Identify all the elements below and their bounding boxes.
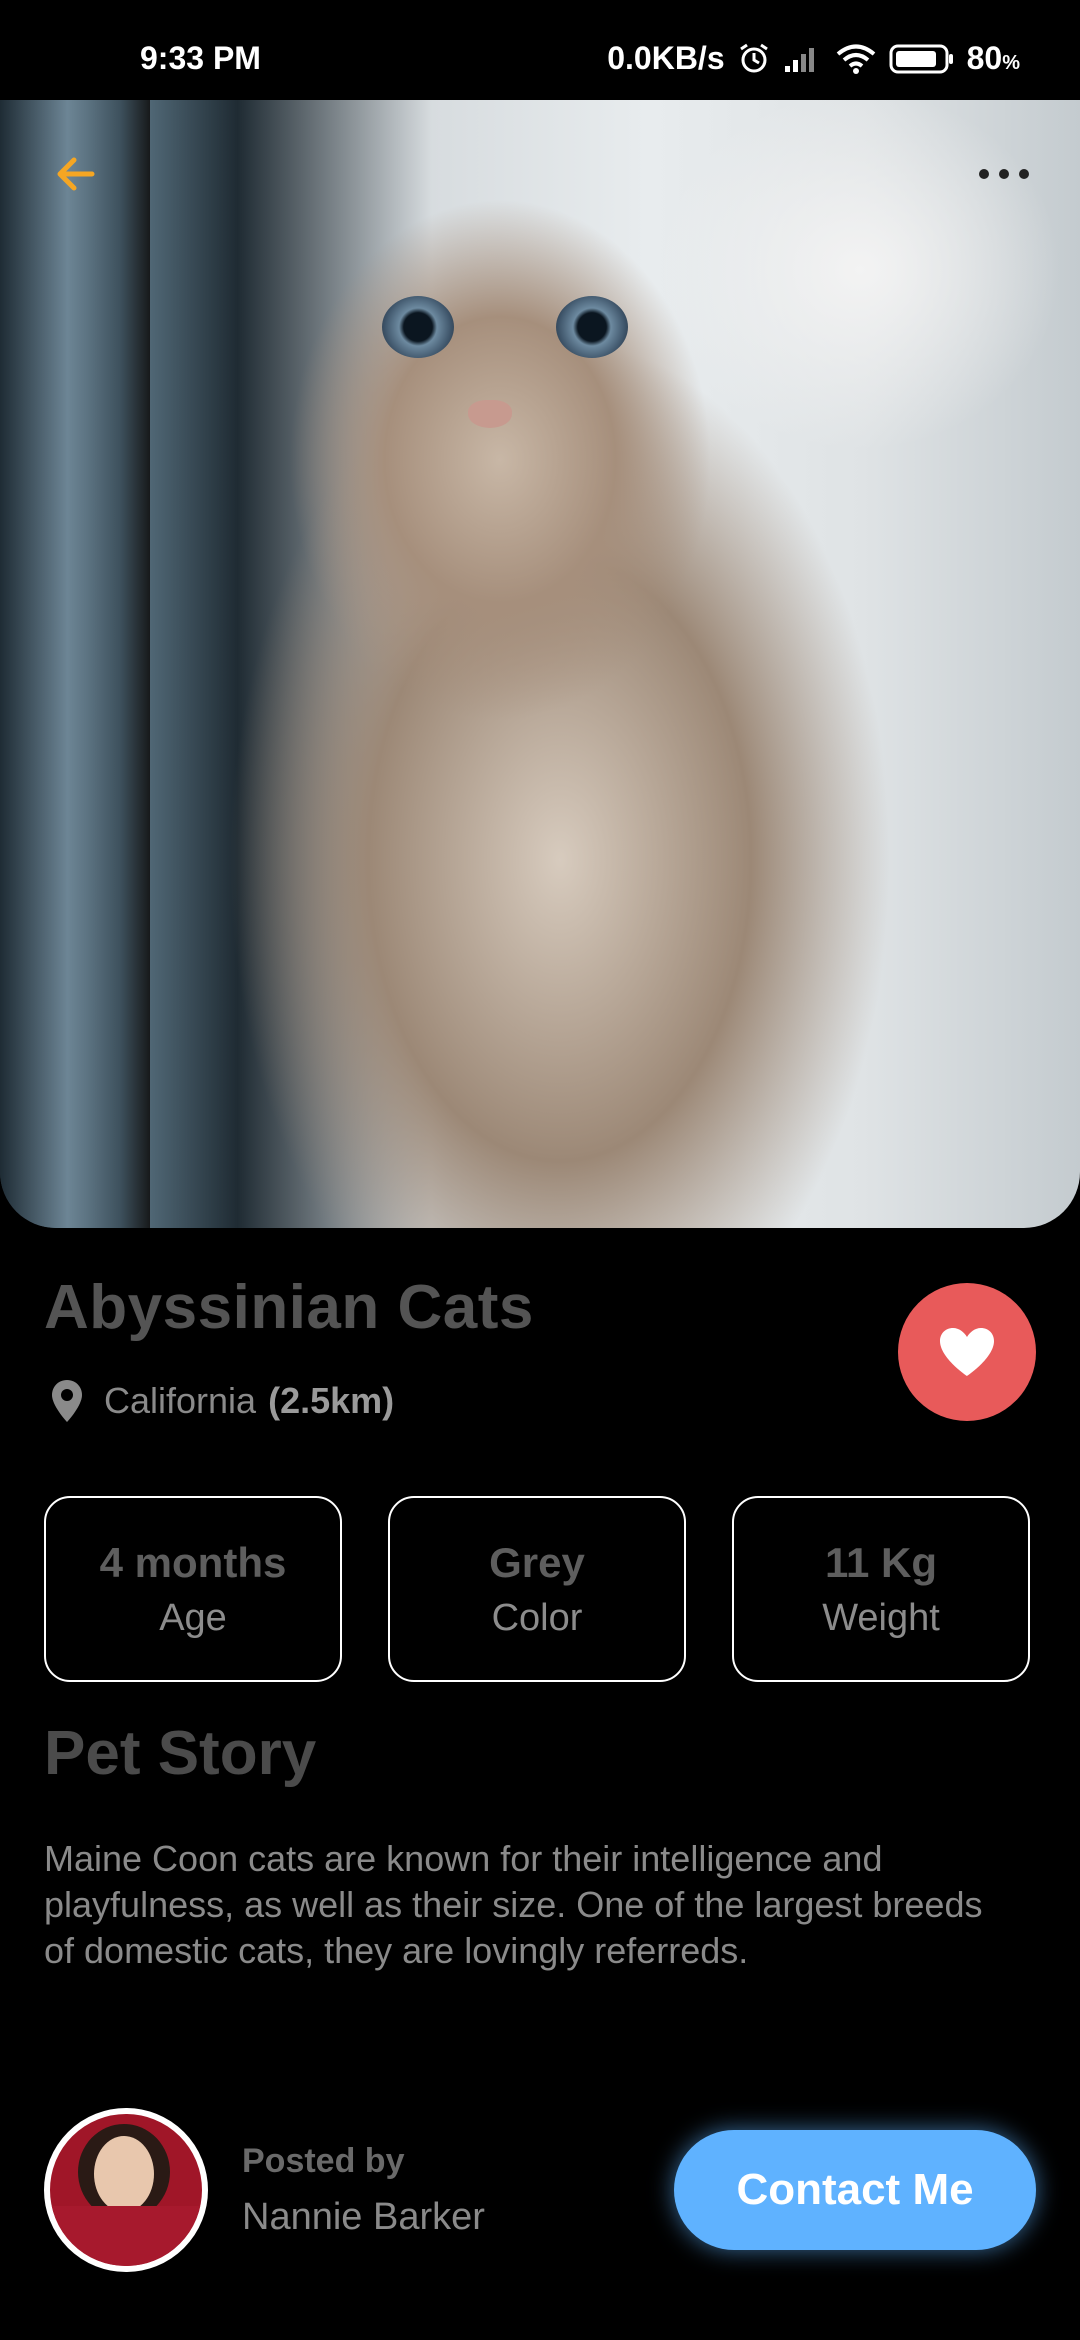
stat-weight: 11 Kg Weight [732, 1496, 1030, 1682]
more-horizontal-icon[interactable] [976, 160, 1032, 188]
posted-by-label: Posted by [242, 2142, 405, 2180]
stat-value: 4 months [99, 1538, 287, 1586]
stat-color: Grey Color [388, 1496, 686, 1682]
battery-icon [889, 44, 953, 73]
status-time: 9:33 PM [140, 40, 261, 76]
stat-label: Color [491, 1596, 583, 1639]
pet-stats: 4 months Age Grey Color 11 Kg Weight [44, 1496, 1036, 1682]
wifi-icon [836, 44, 875, 74]
avatar-face [94, 2136, 154, 2212]
stat-label: Age [159, 1596, 227, 1639]
arrow-left-icon[interactable] [52, 150, 100, 198]
pet-location: California (2.5km) [50, 1378, 394, 1424]
location-name: California [104, 1380, 257, 1421]
avatar-shirt [50, 2206, 202, 2266]
stat-value: Grey [489, 1538, 585, 1586]
photo-cat-eye-left [382, 296, 454, 358]
stat-age: 4 months Age [44, 1496, 342, 1682]
story-title: Pet Story [44, 1719, 317, 1788]
pet-name: Abyssinian Cats [44, 1273, 534, 1342]
battery-level: 80% [966, 40, 1020, 76]
pet-photo [0, 100, 1080, 1228]
heart-icon [940, 1328, 994, 1376]
contact-button[interactable]: Contact Me [674, 2130, 1036, 2250]
story-text: Maine Coon cats are known for their inte… [44, 1838, 983, 1971]
poster-name[interactable]: Nannie Barker [242, 2196, 485, 2239]
network-speed: 0.0KB/s [607, 40, 725, 76]
location-pin-icon [52, 1380, 82, 1422]
stat-label: Weight [822, 1596, 940, 1639]
photo-cat-nose [468, 400, 512, 428]
status-icons: 0.0KB/s 80% [607, 40, 1020, 77]
status-bar: 9:33 PM 0.0KB/s 80% [0, 0, 1080, 100]
location-distance: (2.5km) [268, 1380, 395, 1421]
alarm-icon [739, 43, 768, 72]
favorite-button[interactable] [898, 1283, 1036, 1421]
stat-value: 11 Kg [824, 1538, 938, 1586]
poster-avatar[interactable] [44, 2108, 208, 2272]
photo-window-frame [0, 100, 150, 1228]
photo-cat-eye-right [556, 296, 628, 358]
signal-icon [784, 47, 814, 72]
